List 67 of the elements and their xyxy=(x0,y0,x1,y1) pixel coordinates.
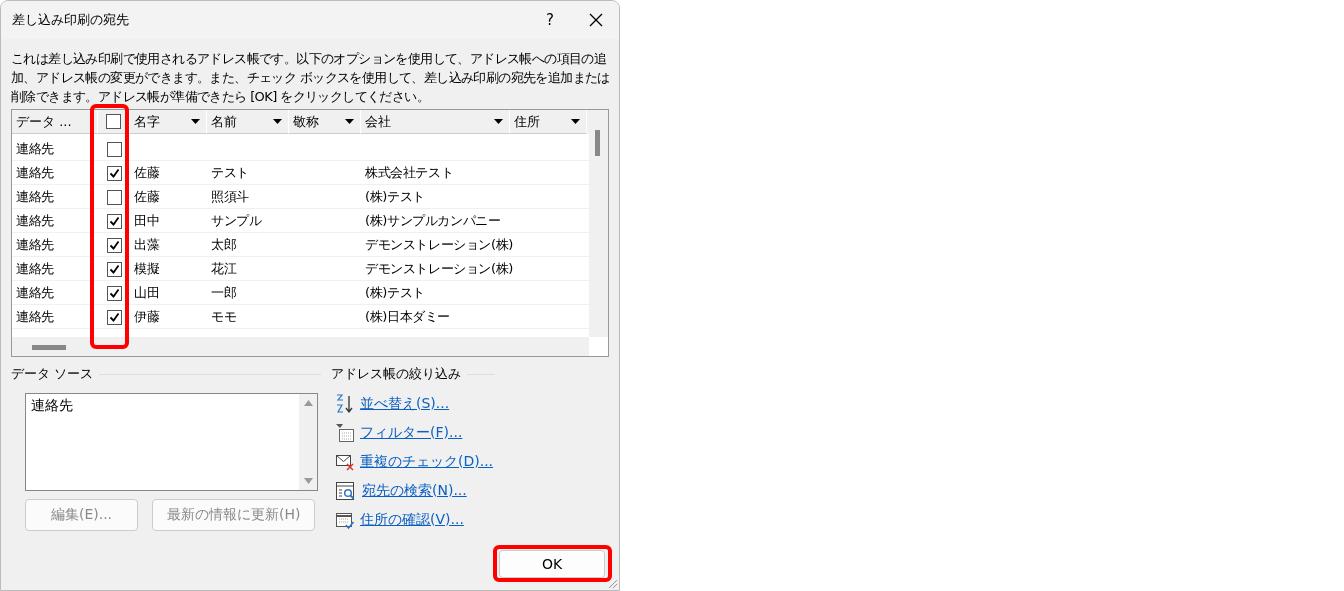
table-cell-text: 佐藤 xyxy=(133,164,161,182)
resize-grip-icon[interactable] xyxy=(607,578,617,588)
table-cell-text: 連絡先 xyxy=(15,140,55,158)
link[interactable]: 重複のチェック(D)... xyxy=(360,452,494,471)
list-box[interactable]: 連絡先 xyxy=(25,393,318,491)
table-cell-text: 株式会社テスト xyxy=(364,164,455,182)
sort-icon xyxy=(335,392,355,415)
checkbox[interactable] xyxy=(106,261,122,277)
table-cell-text: (株)日本ダミー xyxy=(364,308,451,326)
column-header[interactable]: データ ... xyxy=(12,110,98,134)
table-cell-text: テスト xyxy=(210,164,250,182)
link[interactable]: 住所の確認(V)... xyxy=(360,510,464,529)
vertical-scrollbar[interactable] xyxy=(589,110,608,337)
table-cell-text: 出藻 xyxy=(133,236,161,254)
table-cell-text: 連絡先 xyxy=(15,188,55,206)
checkbox[interactable] xyxy=(106,165,122,181)
table-cell-text: 照須斗 xyxy=(210,188,250,206)
list-item[interactable]: 連絡先 xyxy=(31,397,73,415)
horizontal-scrollbar[interactable] xyxy=(12,337,589,356)
table-cell-text: (株)テスト xyxy=(364,284,426,302)
group-title: アドレス帳の絞り込み xyxy=(331,365,461,383)
table-cell-text: 一郎 xyxy=(210,284,238,302)
table-cell-text: (株)テスト xyxy=(364,188,426,206)
checkbox[interactable] xyxy=(106,285,122,301)
table-cell-text: 佐藤 xyxy=(133,188,161,206)
link[interactable]: 並べ替え(S)... xyxy=(360,394,450,413)
column-header[interactable]: 敬称 xyxy=(289,110,361,134)
table-cell-text: 連絡先 xyxy=(15,260,55,278)
filter-icon xyxy=(335,422,355,443)
checkbox[interactable] xyxy=(106,141,122,157)
dropdown-icon[interactable] xyxy=(273,119,282,124)
checkbox[interactable] xyxy=(106,309,122,325)
checkbox[interactable] xyxy=(106,114,121,129)
table-cell-text: 伊藤 xyxy=(133,308,161,326)
table-cell-text: 花江 xyxy=(210,260,238,278)
table-cell-text: 田中 xyxy=(133,212,161,230)
column-header[interactable]: 住所 xyxy=(510,110,587,134)
dropdown-icon[interactable] xyxy=(494,119,503,124)
ok-button[interactable]: OK xyxy=(499,550,605,578)
table-cell-text: 連絡先 xyxy=(15,308,55,326)
table-cell-text: 太郎 xyxy=(210,236,238,254)
dropdown-icon[interactable] xyxy=(571,119,580,124)
table-cell-text: 連絡先 xyxy=(15,164,55,182)
column-header[interactable]: 名前 xyxy=(207,110,289,134)
table-cell-text: 連絡先 xyxy=(15,236,55,254)
table-cell-text: 山田 xyxy=(133,284,161,302)
help-button[interactable]: ? xyxy=(527,11,573,29)
column-header[interactable]: 名字 xyxy=(130,110,207,134)
link[interactable]: フィルター(F)... xyxy=(360,423,463,442)
checkbox[interactable] xyxy=(106,189,122,205)
checkbox[interactable] xyxy=(106,237,122,253)
column-header[interactable]: 会社 xyxy=(361,110,510,134)
search-icon xyxy=(335,480,357,501)
window-title: 差し込み印刷の宛先 xyxy=(12,11,130,29)
group-title: データ ソース xyxy=(11,365,94,383)
dropdown-icon[interactable] xyxy=(191,119,200,124)
checkbox[interactable] xyxy=(106,213,122,229)
table-cell-text: 連絡先 xyxy=(15,284,55,302)
table-cell-text: 連絡先 xyxy=(15,212,55,230)
description-text: これは差し込み印刷で使用されるアドレス帳です。以下のオプションを使用して、アドレス帳への項目の追加、アドレス帳の変更ができます。また、チェック ボックスを使用して、差し込み印刷の宛先を追加または削除できます。アドレス帳が準備できたら [OK] をクリックしてください。 xyxy=(11,50,611,106)
dropdown-icon[interactable] xyxy=(345,119,354,124)
link[interactable]: 宛先の検索(N)... xyxy=(362,481,467,500)
table-cell-text: (株)サンプルカンパニー xyxy=(364,212,502,230)
table-cell-text: 模擬 xyxy=(133,260,161,278)
table-cell-text: モモ xyxy=(210,308,238,326)
table-cell-text: サンプル xyxy=(210,212,263,230)
close-icon[interactable] xyxy=(589,13,603,27)
